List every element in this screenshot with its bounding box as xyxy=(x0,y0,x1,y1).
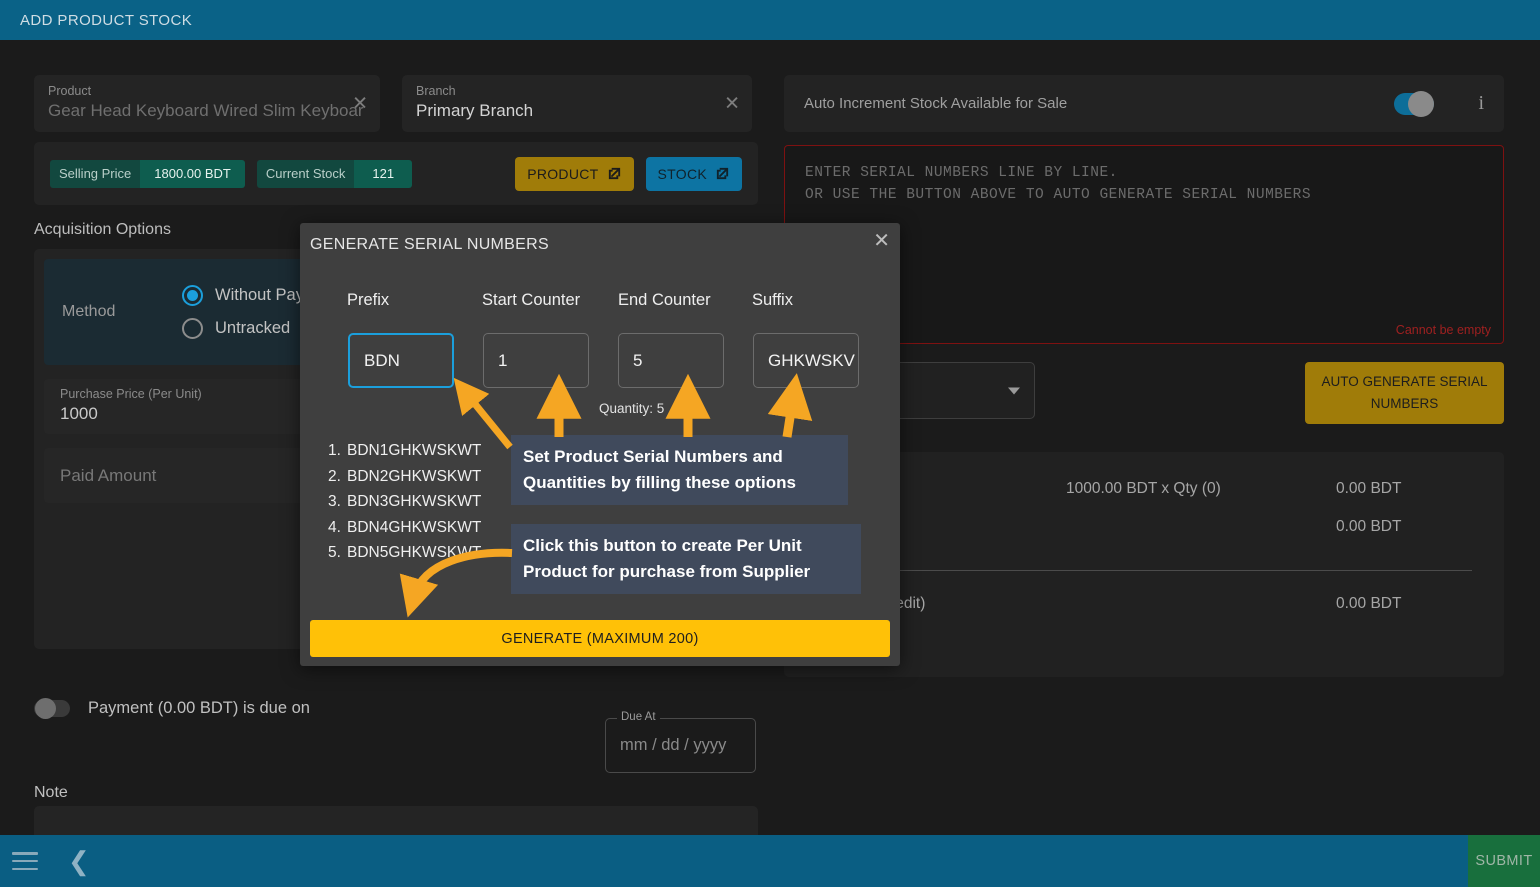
generate-serial-numbers-modal: GENERATE SERIAL NUMBERS ✕ Prefix Start C… xyxy=(300,223,900,666)
app-root: ADD PRODUCT STOCK Product Gear Head Keyb… xyxy=(0,0,1540,887)
auto-generate-serial-button[interactable]: AUTO GENERATE SERIAL NUMBERS xyxy=(1305,362,1504,424)
prefix-input[interactable]: BDN xyxy=(348,333,454,388)
method-label: Method xyxy=(62,303,116,320)
top-bar: ADD PRODUCT STOCK xyxy=(0,0,1540,40)
callout-line-1: Set Product Serial Numbers and xyxy=(523,447,783,466)
current-stock-label: Current Stock xyxy=(256,159,355,188)
summary-row-mid: 1000.00 BDT x Qty (0) xyxy=(1066,480,1221,497)
serial-preview-list: 1. BDN1GHKWSKWT 2. BDN2GHKWSKWT 3. BDN3GHKW… xyxy=(328,438,481,566)
product-field[interactable]: Product Gear Head Keyboard Wired Slim Ke… xyxy=(34,75,380,132)
chevron-left-icon[interactable]: ❮ xyxy=(68,848,90,874)
hamburger-menu-icon[interactable] xyxy=(12,852,38,870)
selling-price-chip: Selling Price 1800.00 BDT xyxy=(50,159,245,188)
serial-placeholder-line2: OR USE THE BUTTON ABOVE TO AUTO GENERATE… xyxy=(805,187,1312,203)
header-start-counter: Start Counter xyxy=(482,291,581,309)
summary-due-row: Due (On Credit) 0.00 BDT xyxy=(816,585,1472,623)
chevron-down-icon xyxy=(1008,387,1020,394)
selling-price-label: Selling Price xyxy=(50,159,141,188)
summary-row-amount: 0.00 BDT xyxy=(1336,518,1402,535)
modal-title: GENERATE SERIAL NUMBERS xyxy=(310,236,549,253)
auto-increment-label: Auto Increment Stock Available for Sale xyxy=(804,95,1068,112)
product-button[interactable]: PRODUCT xyxy=(515,156,634,191)
due-at-field[interactable]: Due At mm / dd / yyyy xyxy=(605,711,756,773)
quantity-text: Quantity: 5 xyxy=(599,401,665,416)
auto-increment-toggle[interactable] xyxy=(1394,90,1435,117)
modal-column-headers: Prefix Start Counter End Counter Suffix xyxy=(300,291,900,315)
list-item-number: 4. xyxy=(328,518,341,536)
callout-line-1: Click this button to create Per Unit xyxy=(523,536,802,555)
header-prefix: Prefix xyxy=(347,291,390,309)
info-icon[interactable]: i xyxy=(1478,92,1484,115)
external-link-icon xyxy=(716,167,729,180)
branch-field-value: Primary Branch xyxy=(416,101,534,120)
list-item: 2. BDN2GHKWSKWT xyxy=(328,464,481,490)
callout-line-2: Quantities by filling these options xyxy=(523,473,796,492)
suffix-input[interactable]: GHKWSKV xyxy=(753,333,859,388)
annotation-callout-options: Set Product Serial Numbers and Quantitie… xyxy=(511,435,848,505)
submit-button[interactable]: SUBMIT xyxy=(1468,835,1540,887)
radio-icon-selected[interactable] xyxy=(182,285,203,306)
branch-clear-icon[interactable]: ✕ xyxy=(724,94,740,113)
product-field-label: Product xyxy=(48,84,92,98)
callout-line-2: Product for purchase from Supplier xyxy=(523,562,811,581)
modal-close-icon[interactable]: ✕ xyxy=(873,228,890,253)
list-item-serial: BDN4GHKWSKWT xyxy=(347,518,482,536)
payment-due-text: Payment (0.00 BDT) is due on xyxy=(88,698,310,717)
header-suffix: Suffix xyxy=(752,291,793,309)
stock-button-label: STOCK xyxy=(657,165,707,182)
branch-field[interactable]: Branch Primary Branch ✕ xyxy=(402,75,752,132)
start-counter-input[interactable]: 1 xyxy=(483,333,589,388)
list-item: 5. BDN5GHKWSKWT xyxy=(328,540,481,566)
toggle-knob xyxy=(1408,90,1435,117)
product-clear-icon[interactable]: ✕ xyxy=(352,94,368,113)
top-fields-row: Product Gear Head Keyboard Wired Slim Ke… xyxy=(34,75,758,132)
auto-increment-row: Auto Increment Stock Available for Sale … xyxy=(784,75,1504,132)
selling-price-value: 1800.00 BDT xyxy=(140,159,245,188)
page-title: ADD PRODUCT STOCK xyxy=(20,11,193,29)
end-counter-input[interactable]: 5 xyxy=(618,333,724,388)
radio-label-untracked: Untracked xyxy=(215,319,291,337)
radio-icon-unselected[interactable] xyxy=(182,318,203,339)
paid-amount-placeholder: Paid Amount xyxy=(60,465,157,485)
current-stock-chip: Current Stock 121 xyxy=(256,159,413,188)
due-at-value: mm / dd / yyyy xyxy=(620,736,727,754)
list-item-serial: BDN2GHKWSKWT xyxy=(347,467,482,485)
external-link-icon xyxy=(608,167,620,180)
note-label: Note xyxy=(34,784,68,801)
summary-divider xyxy=(816,570,1472,571)
list-item: 3. BDN3GHKWSKWT xyxy=(328,489,481,515)
ham-line xyxy=(12,867,38,870)
serial-placeholder-line1: ENTER SERIAL NUMBERS LINE BY LINE. xyxy=(805,165,1118,181)
product-field-value: Gear Head Keyboard Wired Slim Keyboar xyxy=(48,101,364,120)
annotation-callout-button: Click this button to create Per Unit Pro… xyxy=(511,524,861,594)
product-button-label: PRODUCT xyxy=(527,165,599,182)
stock-button[interactable]: STOCK xyxy=(645,156,742,191)
bottom-bar: ❮ SUBMIT xyxy=(0,835,1540,887)
payment-due-toggle[interactable] xyxy=(34,697,70,719)
branch-field-label: Branch xyxy=(416,84,456,98)
list-item-serial: BDN3GHKWSKWT xyxy=(347,493,482,510)
list-item-number: 1. xyxy=(328,442,341,459)
current-stock-value: 121 xyxy=(354,159,413,188)
serial-error-message: Cannot be empty xyxy=(1395,323,1491,337)
summary-due-amount: 0.00 BDT xyxy=(1336,595,1402,612)
ham-line xyxy=(12,852,38,855)
list-item: 1. BDN1GHKWSKWT xyxy=(328,438,481,464)
list-item-number: 3. xyxy=(328,493,341,510)
summary-row-amount: 0.00 BDT xyxy=(1336,480,1402,497)
list-item-serial: BDN5GHKWSKWT xyxy=(347,544,482,561)
list-item-number: 2. xyxy=(328,467,341,485)
header-end-counter: End Counter xyxy=(618,291,711,309)
summary-row: e 1000.00 BDT x Qty (0) 0.00 BDT xyxy=(816,470,1472,508)
generate-button[interactable]: GENERATE (MAXIMUM 200) xyxy=(310,620,890,657)
toggle-knob xyxy=(35,697,56,719)
stats-card: Selling Price 1800.00 BDT Current Stock … xyxy=(34,142,758,205)
summary-row: 0.00 BDT xyxy=(816,508,1472,546)
list-item-serial: BDN1GHKWSKWT xyxy=(347,442,482,459)
ham-line xyxy=(12,859,38,863)
list-item: 4. BDN4GHKWSKWT xyxy=(328,515,481,541)
due-at-label: Due At xyxy=(617,711,660,723)
list-item-number: 5. xyxy=(328,544,341,561)
